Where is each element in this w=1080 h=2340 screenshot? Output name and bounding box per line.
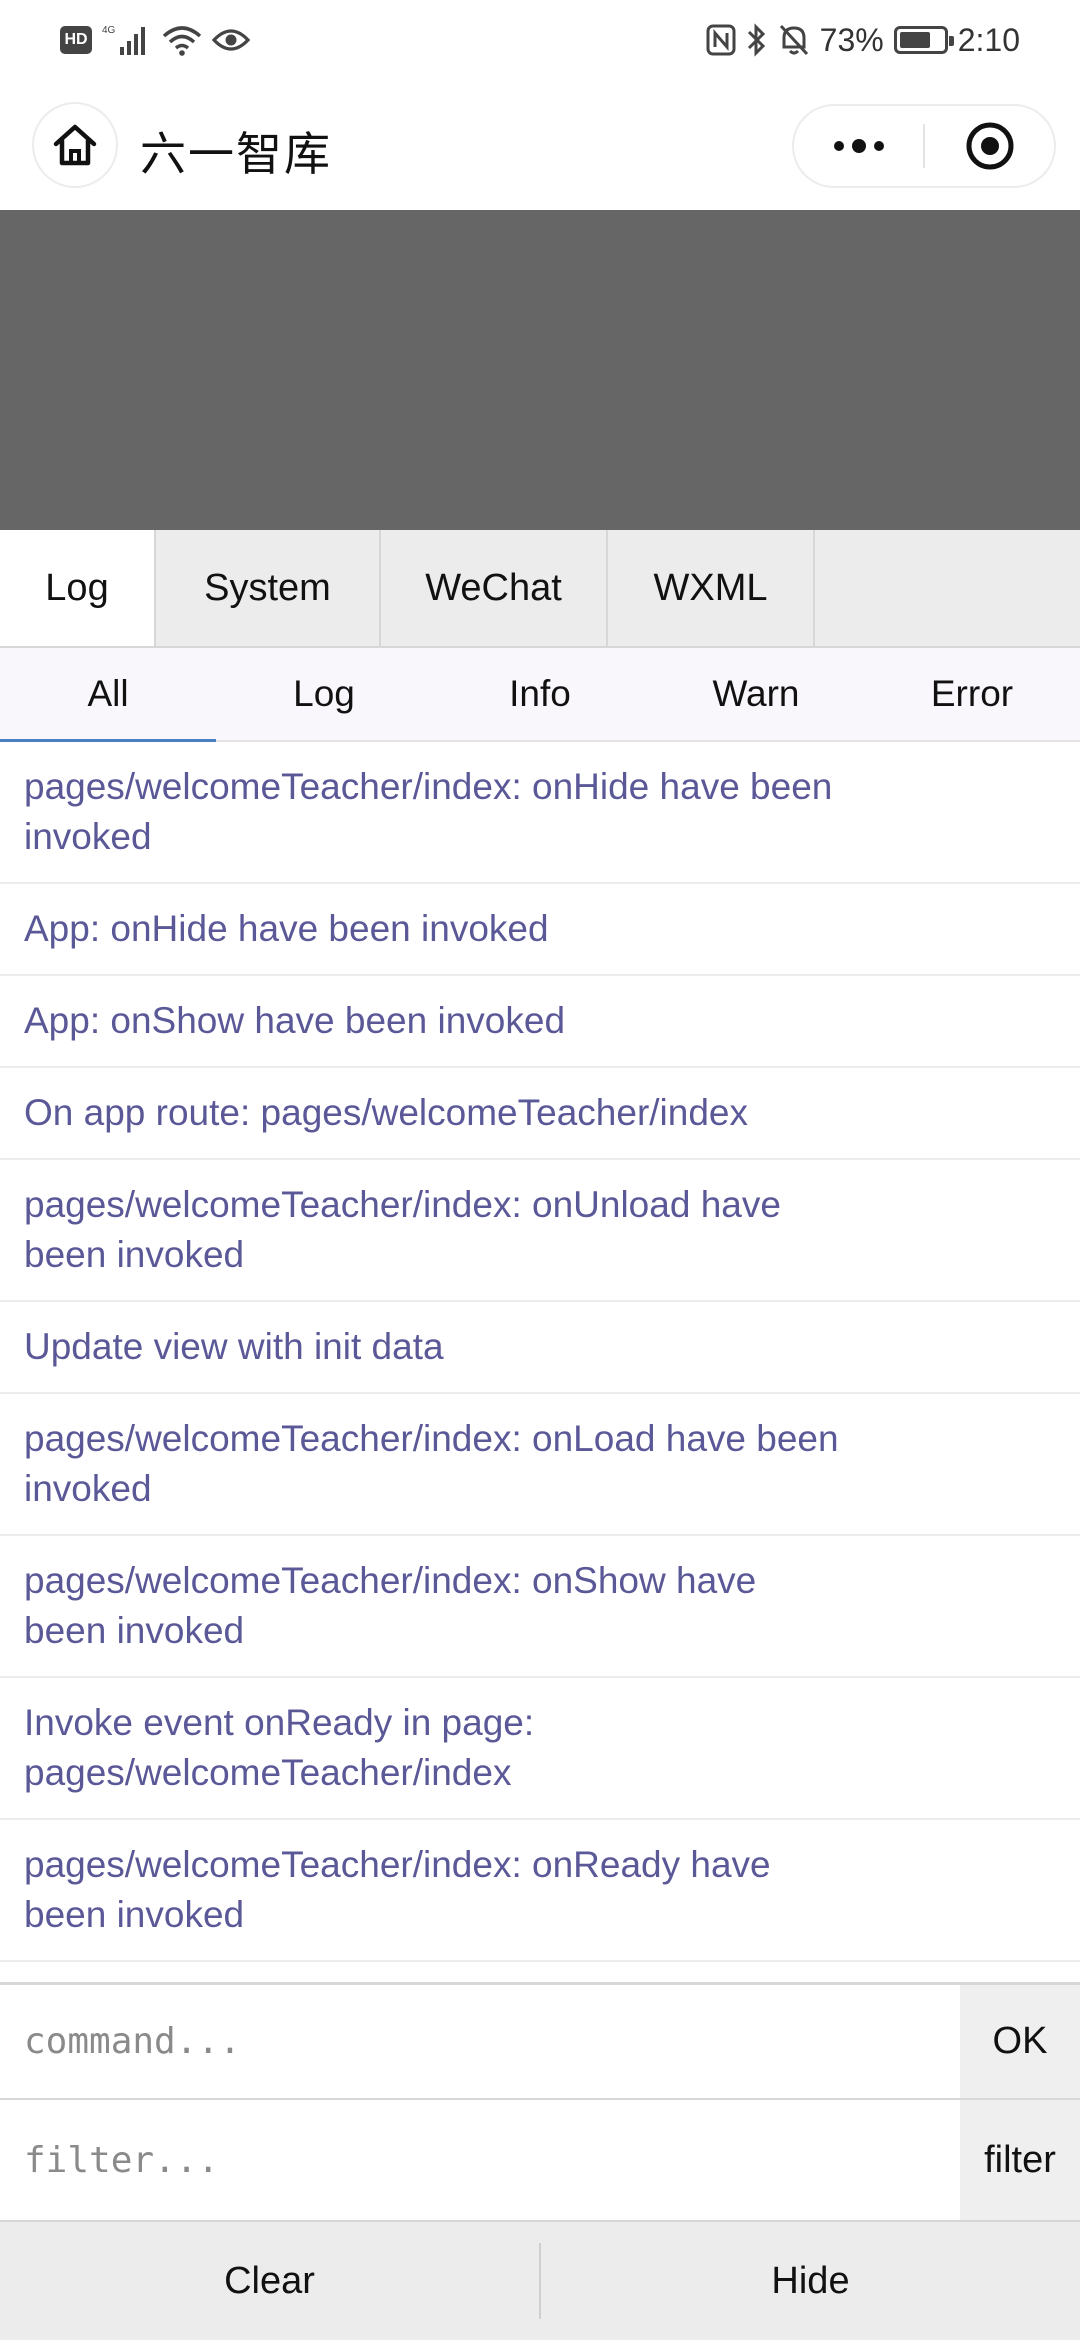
- panel-tabs: Log System WeChat WXML: [0, 530, 1080, 648]
- command-row: OK: [0, 1982, 1080, 2098]
- tab-log[interactable]: Log: [0, 530, 156, 646]
- filter-button[interactable]: filter: [960, 2100, 1080, 2220]
- log-item: pages/welcomeTeacher/index: onShow have …: [0, 1536, 1080, 1678]
- log-item: App: onShow have been invoked: [0, 976, 1080, 1068]
- tab-system[interactable]: System: [156, 530, 381, 646]
- log-text: On app route: pages/welcomeTeacher/index: [24, 1092, 748, 1133]
- log-item: pages/welcomeTeacher/index: onUnload hav…: [0, 1160, 1080, 1302]
- log-text: pages/welcomeTeacher/index: onLoad have …: [24, 1418, 839, 1509]
- command-input[interactable]: [0, 1985, 960, 2098]
- log-item: On app route: pages/welcomeTeacher/index: [0, 1068, 1080, 1160]
- svg-text:4G: 4G: [102, 25, 116, 36]
- more-dots-icon: [833, 139, 884, 153]
- page-title: 六一智库: [140, 127, 332, 181]
- filter-input[interactable]: [0, 2100, 960, 2220]
- home-button[interactable]: [32, 102, 118, 188]
- more-button[interactable]: [794, 106, 923, 186]
- clock-time: 2:10: [957, 21, 1020, 58]
- status-left: HD 4G: [60, 20, 250, 60]
- bluetooth-icon: [746, 23, 768, 57]
- title-bar: 六一智库: [0, 80, 1080, 210]
- log-item: App: onHide have been invoked: [0, 884, 1080, 976]
- mute-bell-icon: [778, 23, 810, 57]
- wifi-icon: [162, 24, 202, 56]
- subtab-log[interactable]: Log: [216, 648, 432, 740]
- log-text: pages/welcomeTeacher/index: onUnload hav…: [24, 1184, 781, 1275]
- subtab-warn[interactable]: Warn: [648, 648, 864, 740]
- subtab-info[interactable]: Info: [432, 648, 648, 740]
- clear-button[interactable]: Clear: [0, 2222, 539, 2340]
- log-text: Invoke event onReady in page: pages/welc…: [24, 1702, 535, 1793]
- close-miniprogram-button[interactable]: [925, 106, 1054, 186]
- ok-button[interactable]: OK: [960, 1985, 1080, 2098]
- nfc-icon: [706, 24, 736, 56]
- log-item: Invoke event onReady in page: pages/welc…: [0, 1678, 1080, 1820]
- log-level-tabs: All Log Info Warn Error: [0, 648, 1080, 742]
- log-text: pages/welcomeTeacher/index: onShow have …: [24, 1560, 757, 1651]
- subtab-all[interactable]: All: [0, 648, 216, 742]
- log-text: Update view with init data: [24, 1326, 444, 1367]
- signal-icon: 4G: [102, 23, 152, 57]
- home-icon: [53, 124, 97, 166]
- log-text: pages/welcomeTeacher/index: onReady have…: [24, 1844, 771, 1935]
- log-list[interactable]: pages/welcomeTeacher/index: onHide have …: [0, 742, 1080, 1982]
- filter-row: filter: [0, 2098, 1080, 2220]
- capsule-menu: [792, 104, 1056, 188]
- battery-level: [899, 32, 931, 48]
- log-item: pages/welcomeTeacher/index: onLoad have …: [0, 1394, 1080, 1536]
- eye-icon: [212, 26, 250, 54]
- hd-icon: HD: [60, 26, 92, 54]
- log-item: pages/welcomeTeacher/index: onReady have…: [0, 1820, 1080, 1962]
- tab-wechat[interactable]: WeChat: [381, 530, 608, 646]
- log-item: Update view with init data: [0, 1302, 1080, 1394]
- page-mask-overlay[interactable]: [0, 210, 1080, 530]
- status-right: 73% 2:10: [706, 18, 1020, 62]
- battery-icon: [893, 26, 954, 54]
- log-text: App: onShow have been invoked: [24, 1000, 566, 1041]
- bottom-bar: Clear Hide: [0, 2220, 1080, 2340]
- battery-percent: 73%: [819, 21, 884, 58]
- log-text: App: onHide have been invoked: [24, 908, 549, 949]
- log-item: pages/welcomeTeacher/index: onHide have …: [0, 742, 1080, 884]
- tab-wxml[interactable]: WXML: [608, 530, 815, 646]
- log-text: pages/welcomeTeacher/index: onHide have …: [24, 766, 833, 857]
- hide-button[interactable]: Hide: [541, 2222, 1080, 2340]
- status-bar: HD 4G 73% 2:10: [0, 0, 1080, 80]
- target-circle-icon: [966, 122, 1013, 170]
- subtab-error[interactable]: Error: [864, 648, 1080, 740]
